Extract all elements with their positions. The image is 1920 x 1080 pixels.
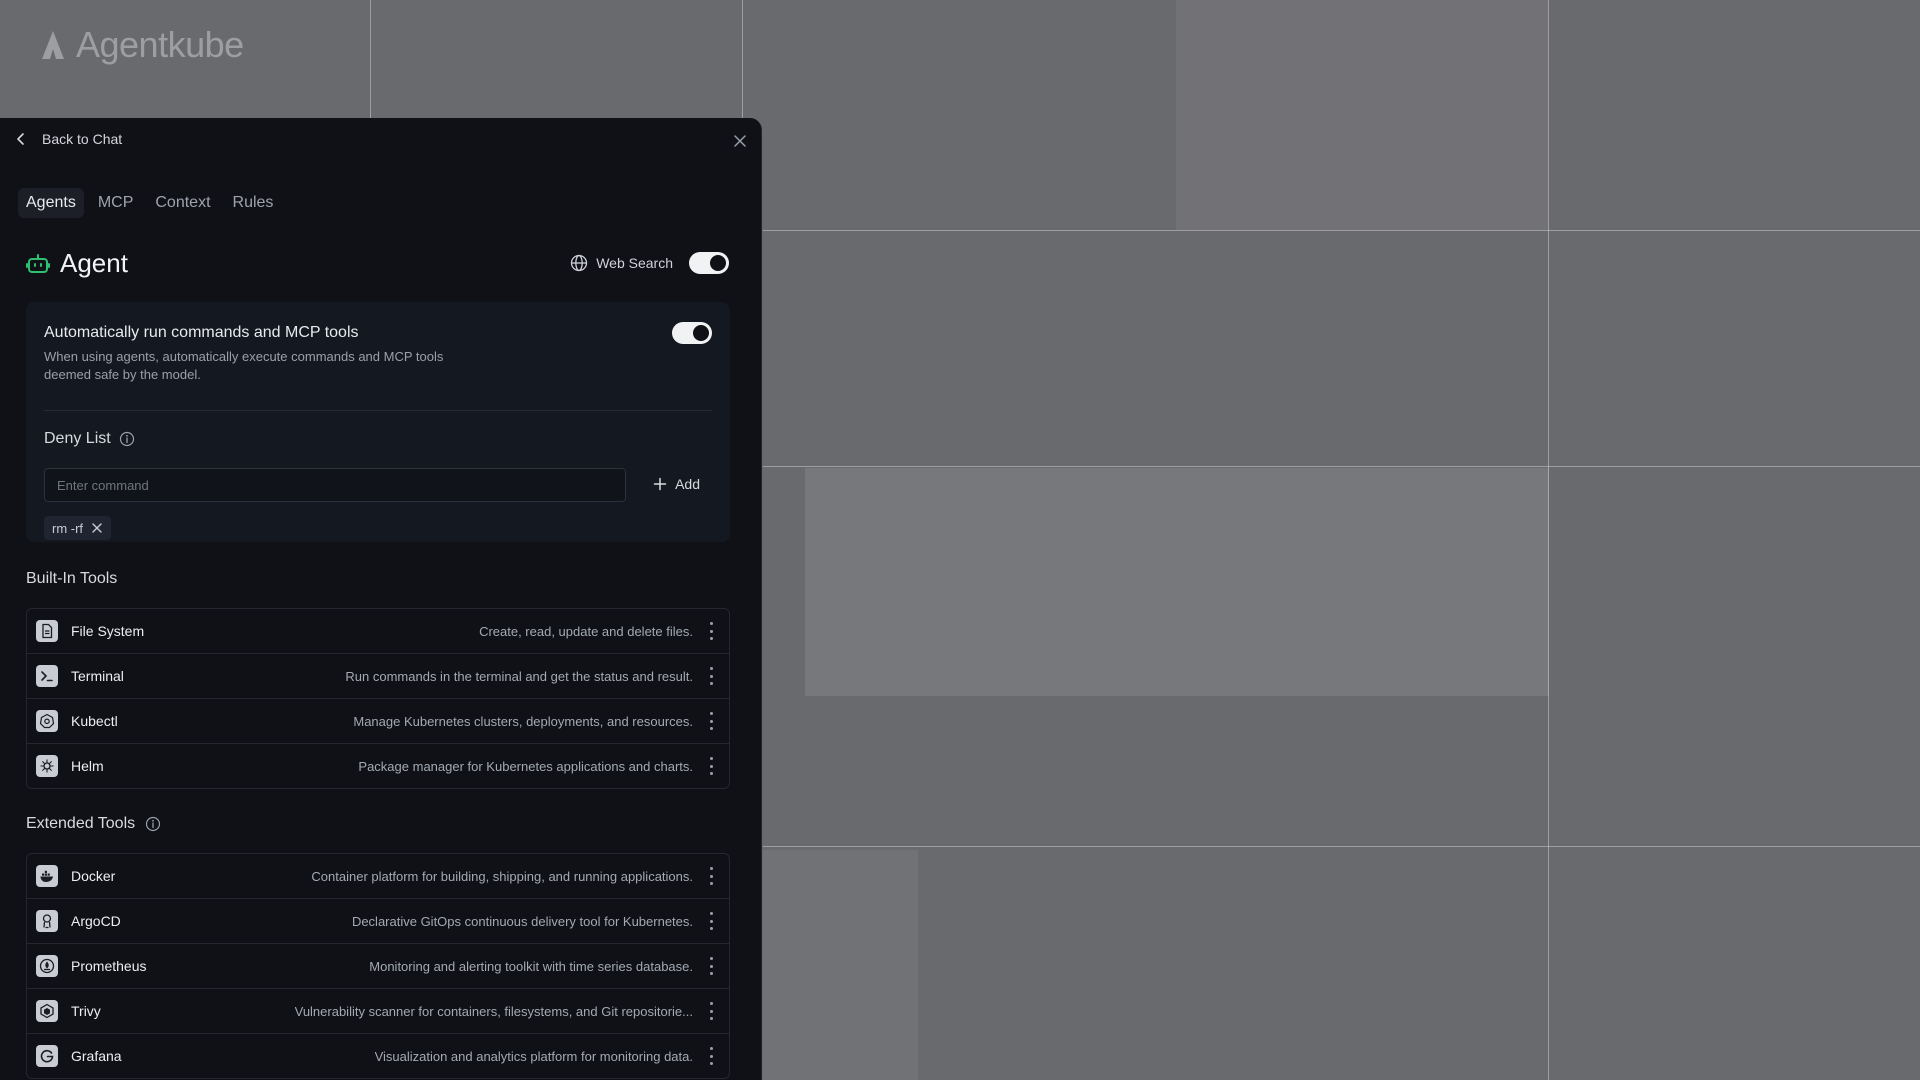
helm-icon	[36, 755, 58, 777]
web-search-toggle[interactable]	[689, 252, 729, 274]
tool-description: Visualization and analytics platform for…	[374, 1048, 693, 1064]
tool-row-terminal[interactable]: Terminal Run commands in the terminal an…	[27, 654, 729, 699]
toggle-knob	[693, 325, 709, 341]
tool-name: Docker	[71, 868, 116, 884]
tool-description: Monitoring and alerting toolkit with tim…	[369, 958, 693, 974]
tool-name: Grafana	[71, 1048, 122, 1064]
more-options-icon[interactable]	[703, 667, 719, 685]
auto-run-card: Automatically run commands and MCP tools…	[26, 302, 730, 542]
background-tile	[763, 850, 918, 1080]
tab-agents[interactable]: Agents	[18, 188, 84, 218]
background-grid-line	[1548, 0, 1549, 1080]
grafana-icon	[36, 1045, 58, 1067]
tool-name: Prometheus	[71, 958, 147, 974]
tool-description: Package manager for Kubernetes applicati…	[358, 758, 693, 774]
deny-list-header: Deny List	[44, 430, 135, 448]
background-tile	[805, 468, 1549, 696]
bot-icon	[26, 253, 50, 273]
tool-row-trivy[interactable]: Trivy Vulnerability scanner for containe…	[27, 989, 729, 1034]
kubernetes-icon	[36, 710, 58, 732]
tool-name: Helm	[71, 758, 104, 774]
tool-description: Run commands in the terminal and get the…	[345, 668, 693, 684]
plus-icon	[653, 477, 667, 491]
web-search-label: Web Search	[596, 255, 673, 271]
background-tile	[1176, 0, 1548, 230]
more-options-icon[interactable]	[703, 712, 719, 730]
close-button[interactable]	[733, 134, 747, 153]
trivy-icon	[36, 1000, 58, 1022]
more-options-icon[interactable]	[703, 867, 719, 885]
deny-list-label: Deny List	[44, 430, 111, 447]
globe-icon	[571, 254, 588, 272]
prometheus-icon	[36, 955, 58, 977]
chevron-left-icon	[17, 133, 24, 145]
built-in-tools-list: File System Create, read, update and del…	[26, 608, 730, 789]
tab-context[interactable]: Context	[147, 188, 218, 218]
tab-mcp[interactable]: MCP	[90, 188, 142, 218]
tool-row-file-system[interactable]: File System Create, read, update and del…	[27, 609, 729, 654]
extended-tools-label: Extended Tools	[26, 815, 136, 832]
tool-name: Trivy	[71, 1003, 101, 1019]
background-grid-line	[742, 0, 743, 118]
docker-icon	[36, 865, 58, 887]
deny-list-chip-label: rm -rf	[52, 520, 84, 536]
tool-name: Terminal	[71, 668, 124, 684]
agent-header: Agent	[26, 248, 128, 279]
more-options-icon[interactable]	[703, 1047, 719, 1065]
tool-row-prometheus[interactable]: Prometheus Monitoring and alerting toolk…	[27, 944, 729, 989]
background-grid-line	[763, 230, 1920, 231]
settings-tabs: Agents MCP Context Rules	[18, 188, 281, 218]
toggle-knob	[710, 255, 726, 271]
divider	[44, 410, 712, 411]
tool-name: ArgoCD	[71, 913, 121, 929]
more-options-icon[interactable]	[703, 622, 719, 640]
tool-row-docker[interactable]: Docker Container platform for building, …	[27, 854, 729, 899]
back-to-chat-button[interactable]: Back to Chat	[14, 131, 122, 147]
deny-command-input[interactable]	[44, 468, 626, 502]
auto-run-toggle[interactable]	[672, 322, 712, 344]
background-grid-line	[763, 846, 1920, 847]
built-in-tools-label: Built-In Tools	[26, 570, 118, 587]
back-to-chat-label: Back to Chat	[42, 131, 123, 147]
extended-tools-list: Docker Container platform for building, …	[26, 853, 730, 1079]
terminal-icon	[36, 665, 58, 687]
agentkube-logo-icon	[42, 31, 64, 59]
remove-chip-icon[interactable]	[91, 522, 103, 534]
tool-row-grafana[interactable]: Grafana Visualization and analytics plat…	[27, 1034, 729, 1078]
close-icon	[734, 135, 746, 147]
file-icon	[36, 620, 58, 642]
auto-run-title: Automatically run commands and MCP tools	[44, 324, 359, 341]
extended-tools-header: Extended Tools	[26, 815, 161, 833]
brand-logo: Agentkube	[40, 24, 244, 66]
tool-name: Kubectl	[71, 713, 118, 729]
deny-list-chip: rm -rf	[44, 516, 112, 540]
add-deny-command-button[interactable]: Add	[653, 476, 700, 492]
tool-row-kubectl[interactable]: Kubectl Manage Kubernetes clusters, depl…	[27, 699, 729, 744]
tool-row-helm[interactable]: Helm Package manager for Kubernetes appl…	[27, 744, 729, 788]
agent-settings-panel: Back to Chat Agents MCP Context Rules Ag…	[0, 118, 762, 1080]
more-options-icon[interactable]	[703, 957, 719, 975]
brand-name: Agentkube	[76, 24, 244, 65]
more-options-icon[interactable]	[703, 757, 719, 775]
agent-title: Agent	[60, 248, 128, 278]
tool-description: Create, read, update and delete files.	[479, 623, 693, 639]
info-icon[interactable]	[119, 431, 135, 447]
add-label: Add	[675, 476, 700, 492]
tool-description: Declarative GitOps continuous delivery t…	[351, 913, 693, 929]
tool-name: File System	[71, 623, 145, 639]
tab-rules[interactable]: Rules	[225, 188, 282, 218]
tool-description: Vulnerability scanner for containers, fi…	[294, 1003, 693, 1019]
info-icon[interactable]	[145, 816, 161, 832]
tool-row-argocd[interactable]: ArgoCD Declarative GitOps continuous del…	[27, 899, 729, 944]
auto-run-description: When using agents, automatically execute…	[44, 349, 444, 382]
tool-description: Container platform for building, shippin…	[311, 868, 693, 884]
background-grid-line	[370, 0, 371, 118]
more-options-icon[interactable]	[703, 1002, 719, 1020]
web-search-control: Web Search	[570, 252, 729, 274]
tool-description: Manage Kubernetes clusters, deployments,…	[353, 713, 693, 729]
argocd-icon	[36, 910, 58, 932]
more-options-icon[interactable]	[703, 912, 719, 930]
background-grid-line	[763, 466, 1920, 467]
